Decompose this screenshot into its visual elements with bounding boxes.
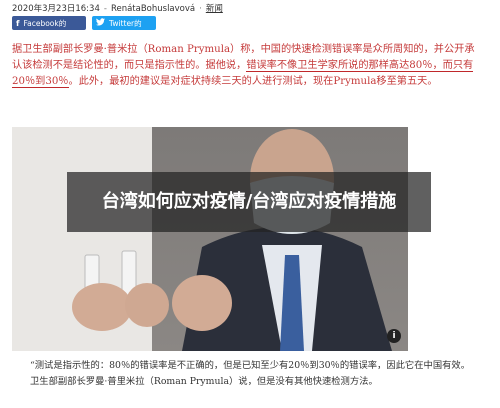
article-photo: i	[12, 127, 408, 351]
overlay-title-banner: 台湾如何应对疫情/台湾应对疫情措施	[67, 172, 431, 232]
article-paragraph-1: 据卫生部副部长罗曼·普米拉（Roman Prymula）称，中国的快速检测错误率…	[12, 42, 482, 90]
facebook-icon: f	[16, 18, 20, 28]
twitter-share-label: Twitter的	[109, 18, 142, 28]
share-buttons: f Facebook的 Twitter的	[12, 16, 156, 30]
article-meta: 2020年3月23日16:34- RenátaBohuslavová · 新闻	[12, 4, 223, 14]
author-name[interactable]: RenátaBohuslavová	[111, 4, 195, 14]
publish-datetime: 2020年3月23日16:34	[12, 4, 100, 14]
photo-info-icon[interactable]: i	[387, 329, 401, 343]
category-link[interactable]: 新闻	[206, 4, 223, 14]
rapid-test-cassettes	[72, 250, 169, 331]
article-paragraph-2: “测试是指示性的：80％的错误率是不正确的，但是已知至少有20％到30％的错误率…	[30, 360, 471, 387]
overlay-title-text: 台湾如何应对疫情/台湾应对疫情措施	[101, 191, 397, 212]
facebook-share-label: Facebook的	[23, 18, 67, 28]
facebook-share-button[interactable]: f Facebook的	[12, 16, 86, 30]
twitter-bird-icon	[96, 18, 105, 28]
twitter-share-button[interactable]: Twitter的	[92, 16, 156, 30]
paragraph-1-text-b: 。此外，最初的建议是对症状持续三天的人进行测试，现在Prymula移至第五天。	[68, 76, 438, 87]
